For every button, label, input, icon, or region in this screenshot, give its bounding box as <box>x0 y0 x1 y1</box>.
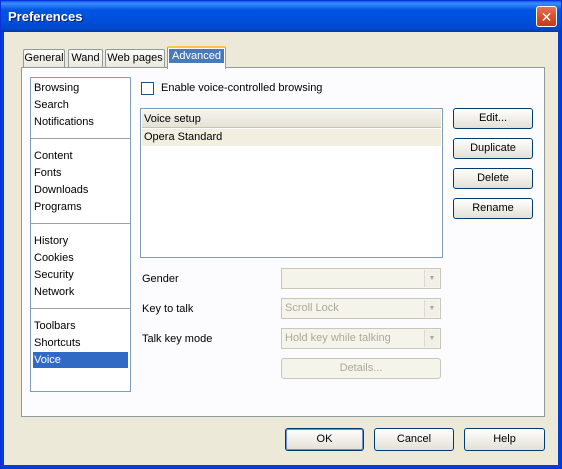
chevron-down-icon[interactable]: ▼ <box>424 330 439 347</box>
window-border-right <box>558 32 561 467</box>
category-divider <box>31 138 130 139</box>
enable-voice-checkbox[interactable] <box>141 82 154 95</box>
preferences-dialog: Preferences ✕ General Wand Web pages Adv… <box>0 0 562 469</box>
talk-key-mode-label: Talk key mode <box>142 333 213 345</box>
category-divider <box>31 308 130 309</box>
category-item-cookies[interactable]: Cookies <box>33 250 128 266</box>
voice-setup-row[interactable]: Opera Standard <box>142 129 441 146</box>
window-border-left <box>1 32 4 467</box>
tab-wand[interactable]: Wand <box>68 49 103 68</box>
delete-button[interactable]: Delete <box>453 168 533 189</box>
close-button[interactable]: ✕ <box>536 6 557 27</box>
talk-key-mode-select[interactable]: Hold key while talking ▼ <box>281 328 441 349</box>
key-to-talk-label: Key to talk <box>142 303 194 315</box>
tab-advanced-label: Advanced <box>169 49 224 63</box>
edit-button[interactable]: Edit... <box>453 108 533 129</box>
tab-wand-label: Wand <box>71 52 100 64</box>
category-item-history[interactable]: History <box>33 233 128 249</box>
category-item-content[interactable]: Content <box>33 148 128 164</box>
chevron-down-icon[interactable]: ▼ <box>424 270 439 287</box>
category-item-notifications[interactable]: Notifications <box>33 114 128 130</box>
category-list[interactable]: Browsing Search Notifications Content Fo… <box>30 77 131 392</box>
category-item-voice[interactable]: Voice <box>33 352 128 368</box>
category-item-shortcuts[interactable]: Shortcuts <box>33 335 128 351</box>
window-border-bottom <box>1 465 561 468</box>
key-to-talk-select[interactable]: Scroll Lock ▼ <box>281 298 441 319</box>
window-title: Preferences <box>8 9 83 24</box>
category-item-toolbars[interactable]: Toolbars <box>33 318 128 334</box>
voice-setup-list[interactable]: Voice setup Opera Standard <box>140 108 443 258</box>
tab-general[interactable]: General <box>23 49 65 68</box>
category-divider <box>31 223 130 224</box>
gender-select[interactable]: ▼ <box>281 268 441 289</box>
gender-label: Gender <box>142 273 179 285</box>
category-item-fonts[interactable]: Fonts <box>33 165 128 181</box>
advanced-panel: Browsing Search Notifications Content Fo… <box>21 67 545 417</box>
rename-button[interactable]: Rename <box>453 198 533 219</box>
category-item-downloads[interactable]: Downloads <box>33 182 128 198</box>
ok-button[interactable]: OK <box>285 428 364 451</box>
category-item-network[interactable]: Network <box>33 284 128 300</box>
tab-web-pages-label: Web pages <box>107 52 163 64</box>
cancel-button[interactable]: Cancel <box>374 428 454 451</box>
close-icon: ✕ <box>540 8 553 25</box>
enable-voice-label[interactable]: Enable voice-controlled browsing <box>161 82 322 94</box>
key-to-talk-value: Scroll Lock <box>285 302 339 314</box>
voice-setup-column-header[interactable]: Voice setup <box>142 110 441 128</box>
category-item-search[interactable]: Search <box>33 97 128 113</box>
tab-advanced[interactable]: Advanced <box>167 46 226 69</box>
category-item-programs[interactable]: Programs <box>33 199 128 215</box>
title-bar[interactable]: Preferences ✕ <box>1 1 561 32</box>
tab-web-pages[interactable]: Web pages <box>105 49 165 68</box>
tab-general-label: General <box>24 52 64 64</box>
talk-key-mode-value: Hold key while talking <box>285 332 391 344</box>
chevron-down-icon[interactable]: ▼ <box>424 300 439 317</box>
category-item-security[interactable]: Security <box>33 267 128 283</box>
details-button[interactable]: Details... <box>281 358 441 379</box>
duplicate-button[interactable]: Duplicate <box>453 138 533 159</box>
help-button[interactable]: Help <box>464 428 545 451</box>
category-item-browsing[interactable]: Browsing <box>33 80 128 96</box>
